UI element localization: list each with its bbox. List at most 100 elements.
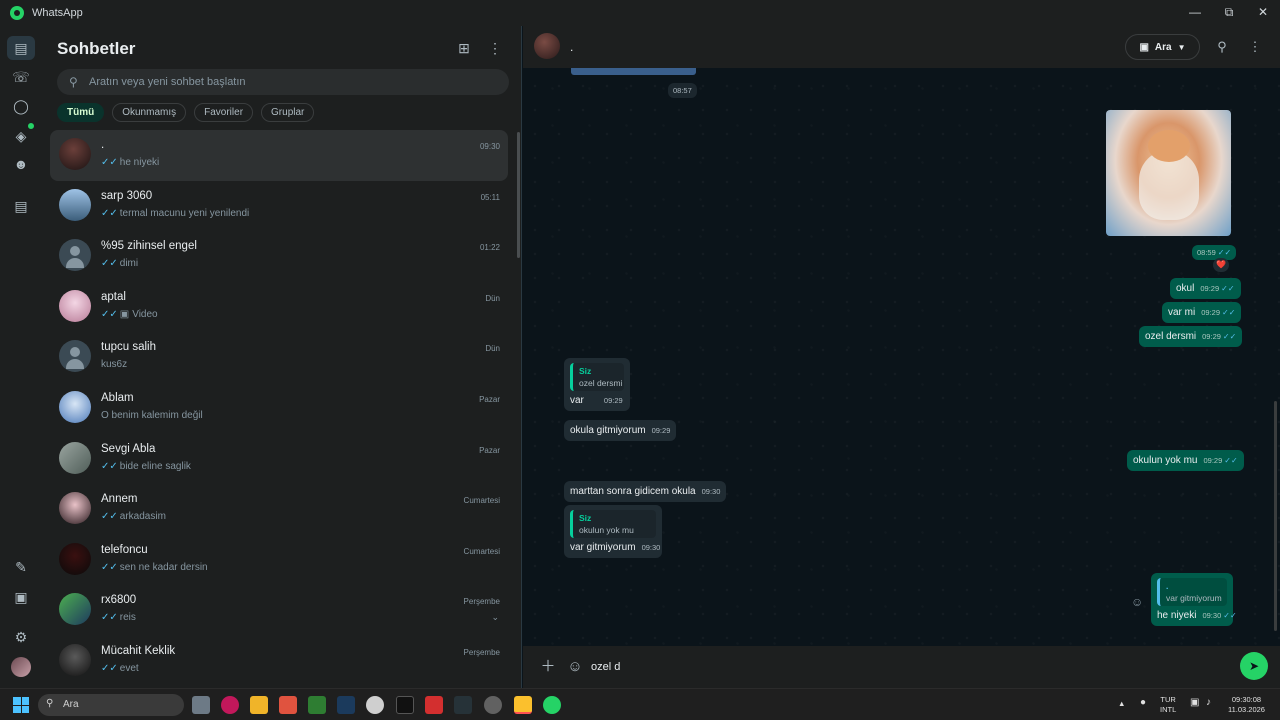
chat-menu-dots-icon[interactable]: ⋮ [1247, 39, 1263, 55]
chat-row[interactable]: Ablam O benim kalemim değil Pazar [50, 383, 508, 434]
taskbar-search[interactable]: ⚲ Ara [38, 694, 184, 716]
search-in-chat-icon[interactable]: ⚲ [1214, 39, 1230, 55]
avatar[interactable] [59, 441, 91, 474]
incoming-message[interactable]: marttan sonra gidicem okula 09:30 [564, 481, 727, 502]
chevron-down-icon[interactable]: ⌄ [491, 612, 499, 623]
microphone-app-icon[interactable] [279, 696, 297, 714]
message-input[interactable] [591, 655, 1231, 679]
starred-nav-icon[interactable]: ✎ [11, 557, 31, 577]
avatar[interactable] [59, 289, 91, 322]
app-icon[interactable] [454, 696, 472, 714]
attach-plus-icon[interactable]: ＋ [539, 658, 557, 676]
chats-nav-icon[interactable]: ▤ [7, 36, 35, 60]
steam-icon[interactable] [337, 696, 355, 714]
chat-row[interactable]: aptal ✓✓ ▣ Video Dün [50, 282, 508, 333]
emoji-react-icon[interactable]: ☺ [1131, 595, 1143, 609]
chat-row[interactable]: rx6800 ✓✓ reis Perşembe ⌄ [50, 585, 508, 636]
microphone-icon[interactable]: ● [1140, 698, 1146, 708]
window-title: WhatsApp [32, 7, 83, 19]
app-icon[interactable] [484, 696, 502, 714]
chat-list-scrollbar[interactable] [517, 132, 520, 258]
app-icon[interactable] [396, 696, 414, 714]
quoted-message[interactable]: Siz ozel dersmi [570, 363, 624, 391]
chevron-down-icon: ▼ [1177, 42, 1186, 52]
task-view-icon[interactable] [192, 696, 210, 714]
chat-row[interactable]: Mücahit Keklik ✓✓ evet Perşembe [50, 636, 508, 687]
call-button[interactable]: ▣ Ara ▼ [1125, 34, 1200, 60]
settings-gear-icon[interactable]: ⚙ [11, 627, 31, 647]
chat-row[interactable]: telefoncu ✓✓ sen ne kadar dersin Cumartesi [50, 535, 508, 586]
filter-all[interactable]: Tümü [57, 103, 105, 122]
filter-groups[interactable]: Gruplar [261, 103, 315, 122]
chat-row[interactable]: . ✓✓ he niyeki 09:30 [50, 130, 508, 181]
outgoing-reply-message[interactable]: . var gitmiyorum he niyeki 09:30 ✓✓ [1151, 573, 1237, 626]
app-icon[interactable] [514, 696, 532, 714]
calls-nav-icon[interactable]: ☏ [11, 67, 31, 87]
outgoing-message[interactable]: var mi 09:29 ✓✓ [1162, 302, 1242, 323]
avatar[interactable] [59, 492, 91, 525]
chat-preview-text: bide eline saglik [119, 460, 191, 472]
outgoing-message[interactable]: okulun yok mu 09:29 ✓✓ [1127, 450, 1244, 471]
close-button[interactable]: ✕ [1246, 0, 1280, 26]
avatar[interactable] [59, 593, 91, 626]
menu-dots-icon[interactable]: ⋮ [487, 40, 503, 56]
communities-nav-icon[interactable]: ☻ [11, 154, 31, 174]
avatar[interactable] [59, 390, 91, 423]
outgoing-message[interactable]: ozel dersmi 09:29 ✓✓ [1139, 326, 1243, 347]
read-tick-icon: ✓✓ [101, 511, 118, 523]
clock[interactable]: 09:30:08 11.03.2026 [1228, 695, 1265, 715]
avatar[interactable] [59, 188, 91, 221]
message-composer: ＋ ☺ ➤ [523, 646, 1280, 688]
media-nav-icon[interactable]: ▣ [11, 587, 31, 607]
file-explorer-icon[interactable] [250, 696, 268, 714]
profile-avatar[interactable] [11, 657, 31, 677]
status-nav-icon[interactable]: ◯ [11, 96, 31, 116]
outgoing-message[interactable]: okul 09:29 ✓✓ [1170, 278, 1241, 299]
quoted-message[interactable]: . var gitmiyorum [1157, 578, 1227, 606]
app-icon[interactable] [366, 696, 384, 714]
whatsapp-taskbar-icon[interactable] [543, 696, 561, 714]
heart-reaction-icon[interactable]: ❤️ [1213, 258, 1229, 272]
app-icon[interactable] [308, 696, 326, 714]
contact-name[interactable]: . [570, 40, 573, 54]
archived-nav-icon[interactable]: ▤ [11, 196, 31, 216]
sent-cat-image[interactable] [1106, 110, 1231, 236]
call-button-label: Ara [1154, 41, 1172, 53]
language-indicator[interactable]: TUR INTL [1160, 695, 1176, 715]
chat-row[interactable]: Annem ✓✓ arkadasim Cumartesi [50, 484, 508, 535]
app-icon[interactable] [221, 696, 239, 714]
tray-chevron-icon[interactable]: ▲ [1118, 699, 1125, 709]
default-avatar-icon[interactable] [59, 340, 91, 373]
avatar[interactable] [59, 643, 91, 676]
search-input[interactable] [89, 76, 509, 88]
chat-row[interactable]: tupcu salih kus6z Dün [50, 332, 508, 383]
minimize-button[interactable]: — [1178, 0, 1212, 26]
volume-icon[interactable]: ♪ [1206, 698, 1211, 708]
chat-row[interactable]: sarp 3060 ✓✓ termal macunu yeni yenilendi 0… [50, 181, 508, 232]
previous-image-message[interactable] [571, 68, 696, 75]
maximize-button[interactable]: ⧉ [1212, 0, 1246, 26]
chat-row[interactable]: %95 zihinsel engel ✓✓ dimi 01:22 [50, 231, 508, 282]
avatar[interactable] [59, 138, 91, 170]
chat-preview-text: evet [119, 662, 139, 674]
title-bar: WhatsApp — ⧉ ✕ [0, 0, 1280, 26]
app-icon[interactable] [425, 696, 443, 714]
windows-start-icon[interactable] [13, 697, 29, 713]
filter-favorites[interactable]: Favoriler [194, 103, 254, 122]
avatar[interactable] [59, 542, 91, 575]
incoming-reply-message[interactable]: Siz ozel dersmi var 09:29 [564, 358, 630, 411]
send-icon[interactable]: ➤ [1240, 652, 1268, 680]
contact-avatar[interactable] [534, 33, 560, 59]
conversation-scrollbar[interactable] [1274, 401, 1277, 631]
default-avatar-icon[interactable] [59, 239, 91, 272]
filter-unread[interactable]: Okunmamış [112, 103, 187, 122]
quoted-message[interactable]: Siz okulun yok mu [570, 510, 656, 538]
incoming-reply-message[interactable]: Siz okulun yok mu var gitmiyorum 09:30 [564, 505, 662, 558]
network-icon[interactable]: ▣ [1190, 698, 1199, 708]
chat-row[interactable]: Sevgi Abla ✓✓ bide eline saglik Pazar [50, 434, 508, 485]
channels-nav-icon[interactable]: ◈ [11, 126, 31, 146]
sticker-icon[interactable]: ☺ [566, 658, 584, 676]
chat-preview: ✓✓ he niyeki [101, 157, 159, 168]
new-chat-icon[interactable]: ⊞ [456, 40, 472, 56]
incoming-message[interactable]: okula gitmiyorum 09:29 [564, 420, 677, 441]
